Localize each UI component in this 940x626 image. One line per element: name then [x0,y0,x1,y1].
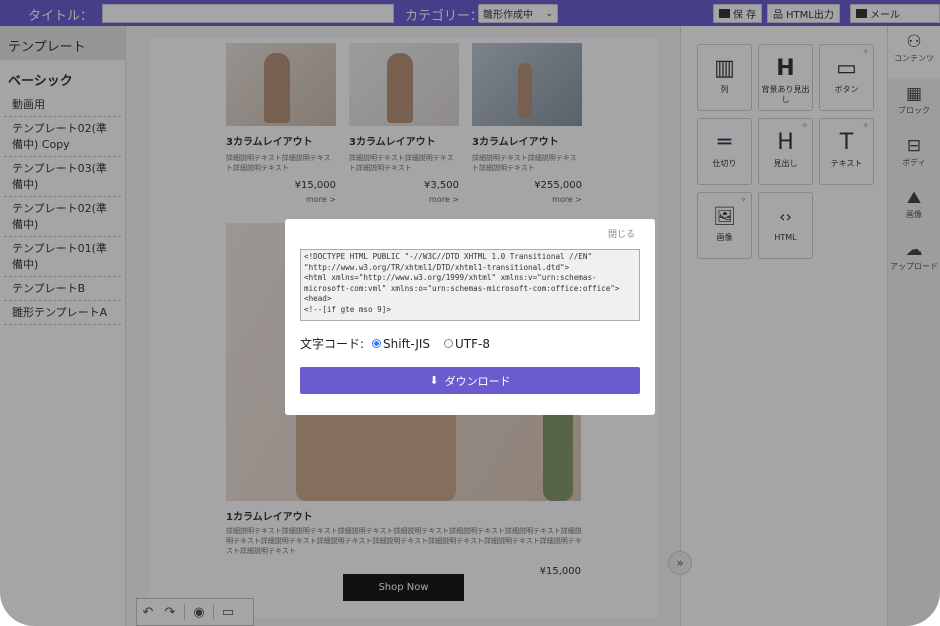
shift-jis-label[interactable]: Shift-JIS [383,337,430,351]
radio-utf8[interactable] [444,339,454,348]
encoding-label: 文字コード: [300,337,365,351]
close-link[interactable]: 閉じる [608,227,635,240]
radio-shift-jis[interactable] [372,339,382,348]
html-code-textarea[interactable]: <!DOCTYPE HTML PUBLIC "-//W3C//DTD XHTML… [300,249,640,321]
download-icon: ⬇ [429,374,439,387]
utf8-label[interactable]: UTF-8 [455,337,490,351]
encoding-row: 文字コード: Shift-JIS UTF-8 [300,335,490,352]
html-export-modal: 閉じる <!DOCTYPE HTML PUBLIC "-//W3C//DTD X… [285,219,655,415]
download-button[interactable]: ⬇ ダウンロード [300,367,640,394]
app-frame: タイトル： カテゴリー： 雛形作成中 ⌄ 保 存 品 HTML出力 メール テン… [0,0,940,626]
download-label: ダウンロード [444,374,511,388]
